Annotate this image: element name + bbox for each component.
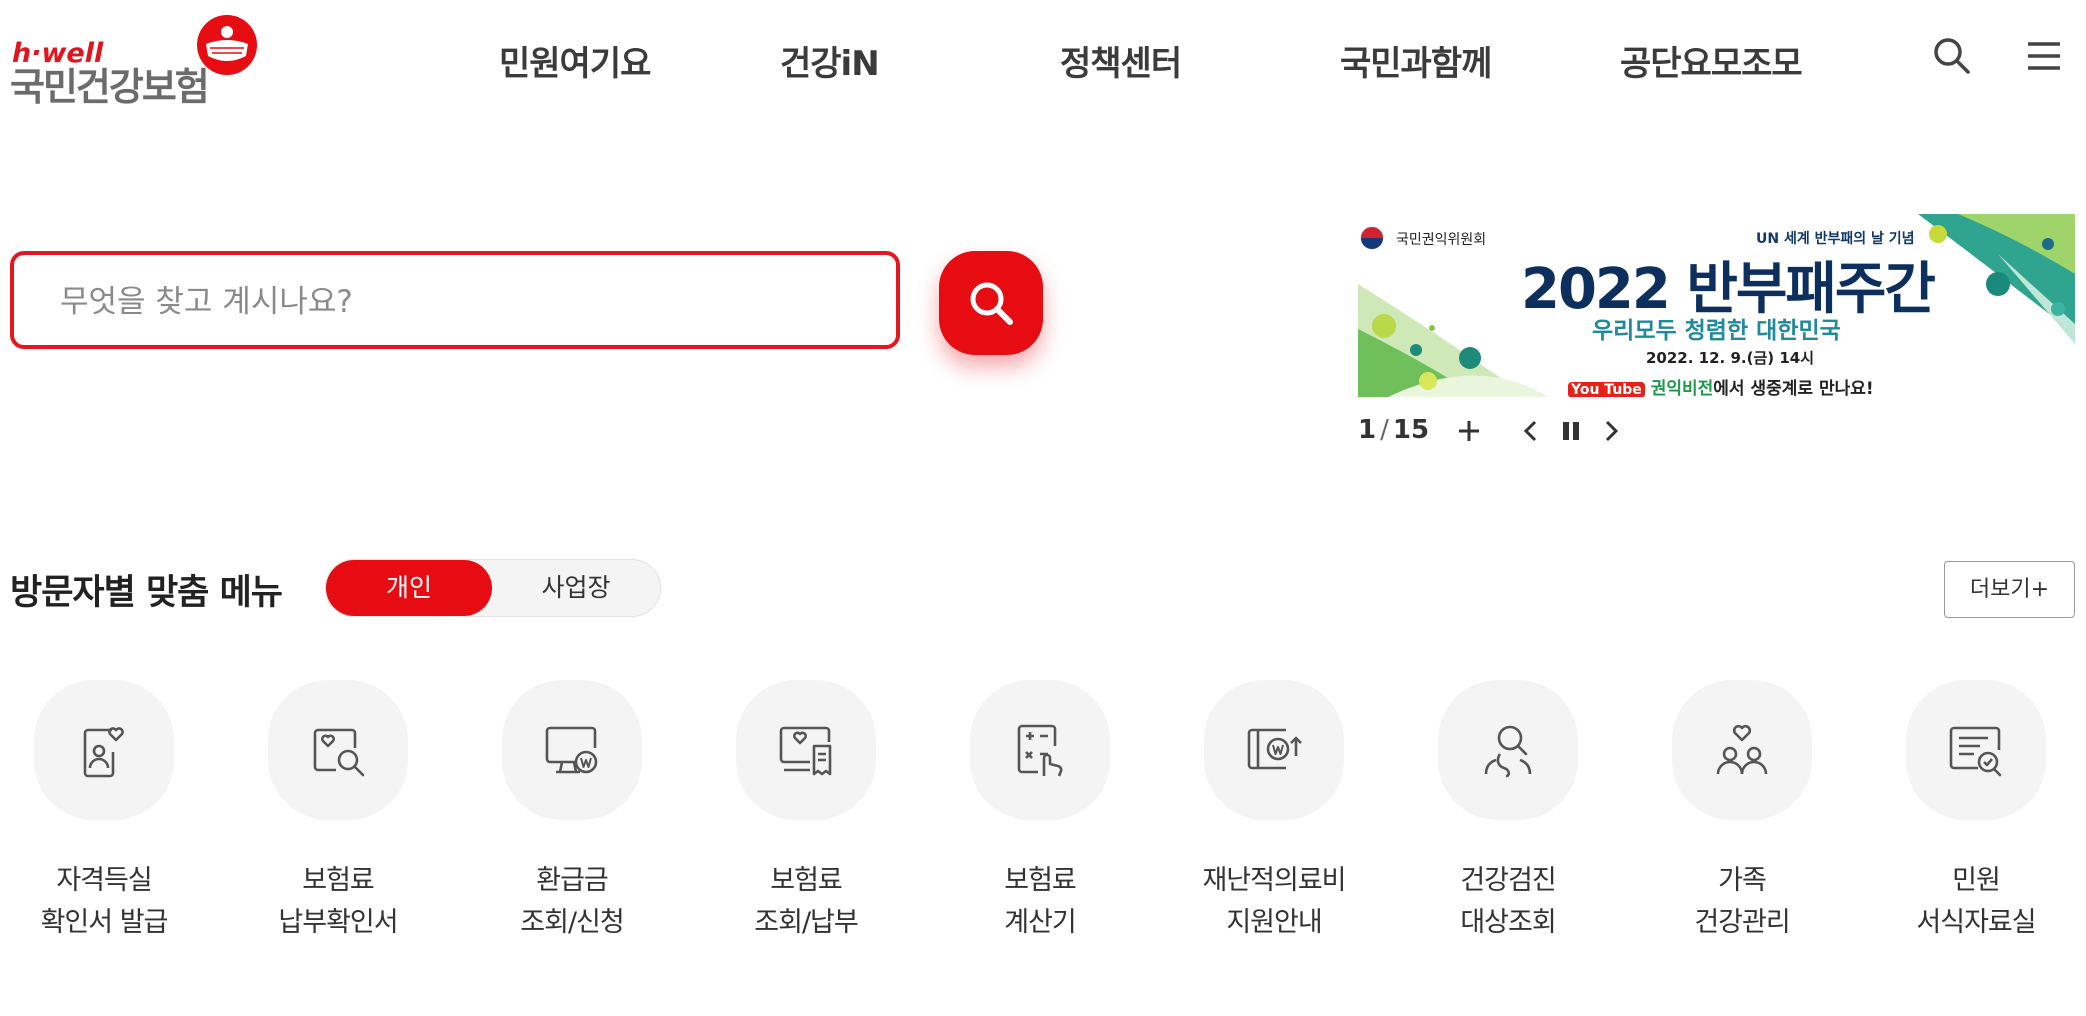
calculator-hand-icon <box>1017 724 1063 777</box>
pause-icon[interactable] <box>1558 418 1584 444</box>
pager-total: 15 <box>1392 415 1430 445</box>
quick-menu-label: 건강검진 대상조회 <box>1460 865 1556 938</box>
quick-menu-icon-bg <box>1204 680 1344 820</box>
quick-menu: 자격득실 확인서 발급 보험료 납부확인서 환급금 조회/신청 보험료 조회/납… <box>0 680 2086 960</box>
nav-item-with-citizens[interactable]: 국민과함께 <box>1340 36 1492 85</box>
search-button[interactable] <box>939 251 1043 355</box>
toggle-business[interactable]: 사업장 <box>492 560 660 616</box>
id-card-heart-icon <box>83 727 124 778</box>
quick-menu-icon-bg <box>34 680 174 820</box>
more-button[interactable]: 더보기+ <box>1944 561 2075 618</box>
quick-menu-item[interactable]: 자격득실 확인서 발급 <box>0 680 214 944</box>
quick-menu-label: 민원 서식자료실 <box>1916 865 2036 938</box>
pager-separator: / <box>1380 415 1389 445</box>
quick-menu-item[interactable]: 보험료 계산기 <box>930 680 1150 944</box>
main-nav: 민원여기요 건강iN 정책센터 국민과함께 공단요모조모 <box>0 36 2086 86</box>
banner-channel: 권익비전 <box>1650 379 1714 397</box>
quick-menu-icon-bg <box>1672 680 1812 820</box>
form-check-icon <box>1949 726 2002 777</box>
youtube-logo: You Tube <box>1568 382 1645 397</box>
quick-menu-icon-bg <box>502 680 642 820</box>
promo-banner[interactable]: 국민권익위원회 UN 세계 반부패의 날 기념 2022 반부패주간 우리모두 … <box>1358 214 2075 397</box>
quick-menu-item[interactable]: 민원 서식자료실 <box>1866 680 2086 944</box>
search-input[interactable] <box>58 279 862 325</box>
banner-date: 2022. 12. 9.(금) 14시 <box>1646 349 1815 367</box>
quick-menu-item[interactable]: 건강검진 대상조회 <box>1398 680 1618 944</box>
quick-menu-icon-bg <box>268 680 408 820</box>
quick-menu-label: 자격득실 확인서 발급 <box>40 865 169 938</box>
monitor-receipt-icon <box>779 726 832 776</box>
quick-menu-label: 가족 건강관리 <box>1694 865 1790 938</box>
monitor-won-icon <box>545 726 598 774</box>
banner-pager: 1/15 <box>1358 412 1758 452</box>
quick-menu-item[interactable]: 보험료 납부확인서 <box>228 680 448 944</box>
wallet-won-icon <box>1247 728 1302 770</box>
quick-menu-label: 보험료 계산기 <box>1004 865 1077 938</box>
chevron-left-icon[interactable] <box>1518 418 1544 444</box>
quick-menu-item[interactable]: 가족 건강관리 <box>1632 680 1852 944</box>
quick-menu-item[interactable]: 재난적의료비 지원안내 <box>1164 680 1384 944</box>
search-icon[interactable] <box>1932 36 1972 76</box>
person-search-icon <box>1484 725 1532 778</box>
pager-counter: 1/15 <box>1358 415 1429 445</box>
quick-menu-icon-bg <box>970 680 1110 820</box>
family-heart-icon <box>1716 724 1768 775</box>
quick-menu-icon-bg <box>736 680 876 820</box>
document-search-icon <box>313 728 365 777</box>
banner-cta: You Tube 권익비전에서 생중계로 만나요! <box>1568 374 1874 397</box>
quick-menu-icon-bg <box>1438 680 1578 820</box>
hamburger-menu-icon[interactable] <box>2024 36 2064 76</box>
quick-menu-label: 환급금 조회/신청 <box>520 865 624 938</box>
search-button-icon <box>970 282 1013 325</box>
banner-subtitle: 우리모두 청렴한 대한민국 <box>1592 318 1841 344</box>
quick-menu-icon-bg <box>1906 680 2046 820</box>
nav-item-civil-service[interactable]: 민원여기요 <box>499 36 651 85</box>
section-title: 방문자별 맞춤 메뉴 <box>10 573 283 613</box>
nav-item-health-in[interactable]: 건강iN <box>780 36 880 85</box>
nav-item-policy-center[interactable]: 정책센터 <box>1060 36 1182 85</box>
plus-icon[interactable] <box>1456 418 1482 444</box>
banner-org: 국민권익위원회 <box>1396 232 1487 248</box>
chevron-right-icon[interactable] <box>1598 418 1624 444</box>
visitor-type-toggle: 개인 사업장 <box>325 559 661 617</box>
quick-menu-item[interactable]: 보험료 조회/납부 <box>696 680 916 944</box>
quick-menu-label: 보험료 조회/납부 <box>754 865 858 938</box>
quick-menu-item[interactable]: 환급금 조회/신청 <box>462 680 682 944</box>
toggle-individual[interactable]: 개인 <box>326 560 492 616</box>
search-box <box>10 251 900 349</box>
banner-cta-text: 에서 생중계로 만나요! <box>1713 379 1874 397</box>
quick-menu-label: 보험료 납부확인서 <box>278 865 398 938</box>
nav-item-about-corp[interactable]: 공단요모조모 <box>1620 36 1803 85</box>
quick-menu-label: 재난적의료비 지원안내 <box>1202 865 1346 938</box>
pager-current: 1 <box>1358 415 1377 445</box>
